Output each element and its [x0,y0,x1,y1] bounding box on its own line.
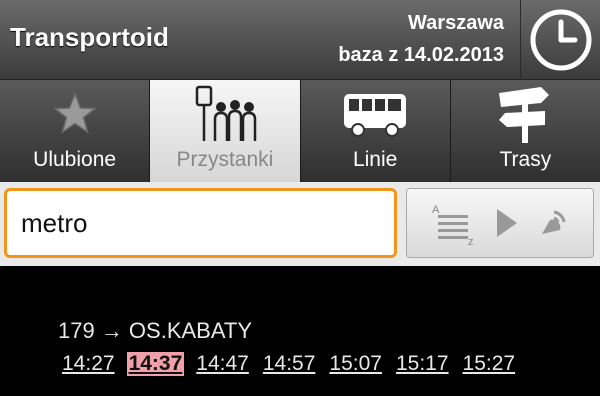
departure-time[interactable]: 14:27 [60,352,117,376]
bus-icon [344,94,407,137]
clock-icon [530,9,591,71]
results-list: 179 → OS.KABATY 14:27 14:37 14:47 14:57 … [0,266,600,396]
departure-time[interactable]: 14:57 [261,352,318,376]
gps-icon [541,210,566,234]
departure-time-highlighted[interactable]: 14:37 [126,352,185,376]
tab-label: Linie [352,148,398,171]
tab-label: Ulubione [33,148,117,171]
play-icon [496,209,517,237]
tab-linie[interactable]: Linie [300,80,451,182]
tab-trasy[interactable]: Trasy [450,80,600,182]
search-row: A z [0,182,600,266]
signpost-icon [499,87,550,143]
svg-text:A: A [432,204,440,216]
departures-row: 14:27 14:37 14:47 14:57 15:07 15:17 15:2… [60,352,517,376]
title-bar: Transportoid Warszawa baza z 14.02.2013 [0,0,600,80]
svg-text:z: z [468,236,474,245]
tab-bar: Ulubione Przystanki Linie Trasy [0,80,600,182]
tab-label: Trasy [499,148,552,171]
tab-ulubione[interactable]: Ulubione [0,80,151,182]
departure-time[interactable]: 14:47 [194,352,251,376]
app-title: Transportoid [10,22,169,52]
route-header[interactable]: 179 → OS.KABATY [58,318,252,344]
city-name: Warszawa [408,12,504,34]
departure-time[interactable]: 15:17 [394,352,451,376]
departure-time[interactable]: 15:07 [327,352,384,376]
clock-button[interactable] [520,0,600,80]
database-date: baza z 14.02.2013 [338,44,504,66]
sort-az-icon: A z [432,204,474,245]
bus-stop-icon [195,85,257,141]
star-icon [52,91,97,134]
search-actions-button[interactable]: A z [406,188,594,258]
search-input[interactable] [4,188,397,258]
tab-label: Przystanki [176,148,274,171]
tab-przystanki[interactable]: Przystanki [150,80,301,182]
departure-time[interactable]: 15:27 [461,352,518,376]
